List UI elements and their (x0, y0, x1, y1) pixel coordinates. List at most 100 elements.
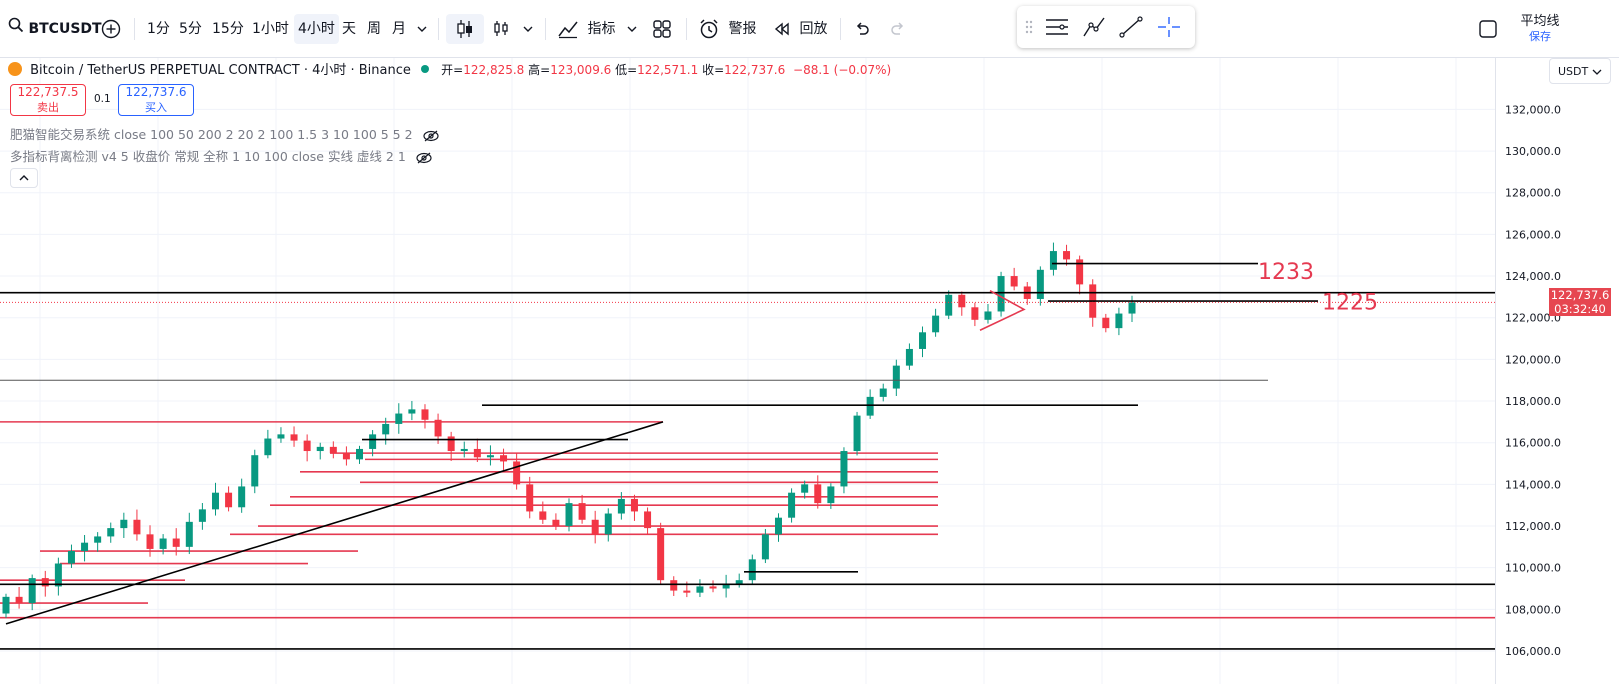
buy-label: 买入 (145, 101, 167, 114)
currency-selector[interactable]: USDT (1549, 58, 1611, 84)
fullscreen-button[interactable] (1478, 14, 1498, 44)
candle-body (172, 538, 180, 547)
symbol-legend: Bitcoin / TetherUS PERPETUAL CONTRACT · … (8, 59, 891, 78)
candle-body (945, 294, 953, 316)
add-symbol-button[interactable] (101, 14, 121, 44)
candle-body (840, 451, 848, 487)
drag-handle-icon[interactable] (1025, 19, 1033, 35)
indicators-dropdown[interactable] (626, 14, 638, 44)
chart-type-dropdown[interactable] (522, 14, 534, 44)
crosshair-icon[interactable] (1156, 15, 1182, 39)
horizontal-lines-icon[interactable] (1044, 15, 1070, 39)
price-tick-label: 114,000.0 (1505, 478, 1561, 491)
alert-button[interactable]: 警报 (698, 14, 756, 44)
bitcoin-logo-icon (8, 62, 22, 76)
candle-body (146, 534, 154, 549)
candle-body (1063, 251, 1071, 260)
interval-1d[interactable]: 天 (338, 14, 360, 44)
indicators-label: 指标 (587, 21, 616, 37)
candle-body (447, 436, 455, 452)
interval-dropdown[interactable] (416, 14, 428, 44)
candle-body (395, 413, 403, 424)
interval-1h[interactable]: 1小时 (248, 14, 293, 44)
undo-button[interactable] (853, 14, 871, 44)
indicator-row[interactable]: 多指标背离检测 v4 5 收盘价 常规 全称 1 10 100 close 实线… (10, 146, 432, 165)
currency-label: USDT (1558, 65, 1589, 78)
candle-body (369, 434, 377, 449)
candle-body (107, 528, 115, 537)
symbol-search[interactable]: BTCUSDT (8, 14, 102, 44)
candle-body (670, 580, 678, 591)
layout-button[interactable] (652, 14, 672, 44)
candle-body (15, 596, 23, 604)
open-value: 122,825.8 (463, 63, 525, 77)
candle-body (905, 348, 913, 366)
interval-1w[interactable]: 周 (363, 14, 385, 44)
price-tick-label: 118,000.0 (1505, 395, 1561, 408)
candle-body (460, 448, 468, 452)
buy-button[interactable]: 122,737.6 买入 (118, 84, 194, 116)
candle-body (774, 517, 782, 535)
sell-button[interactable]: 122,737.5 卖出 (10, 84, 86, 116)
candle-body (565, 503, 573, 527)
candle-body (67, 551, 75, 564)
last-price-tag: 122,737.6 03:32:40 (1549, 288, 1611, 317)
candle-body (853, 415, 861, 452)
bar-countdown: 03:32:40 (1554, 302, 1606, 317)
candle-body (552, 519, 560, 527)
interval-1mo[interactable]: 月 (388, 14, 410, 44)
price-tick-label: 132,000.0 (1505, 103, 1561, 116)
path-tool-icon[interactable] (1081, 15, 1107, 39)
sell-label: 卖出 (37, 101, 59, 114)
square-icon (1479, 20, 1497, 38)
candle-body (316, 446, 324, 452)
candle-body (225, 492, 233, 508)
bar-style-button[interactable] (490, 14, 512, 44)
replay-button[interactable]: 回放 (773, 14, 827, 44)
candle-body (382, 423, 390, 435)
price-tick-label: 126,000.0 (1505, 228, 1561, 241)
candle-body (28, 578, 36, 604)
trend-line-icon[interactable] (1118, 15, 1144, 39)
indicator-row[interactable]: 肥猫智能交易系统 close 100 50 200 2 20 2 100 1.5… (10, 124, 439, 143)
search-icon (8, 14, 24, 44)
save-label: 保存 (1529, 30, 1551, 43)
close-value: 122,737.6 (724, 63, 786, 77)
eye-hidden-icon[interactable] (422, 130, 439, 142)
plus-circle-icon (101, 19, 121, 39)
candle-body (329, 446, 337, 454)
bar-chart-icon (494, 21, 508, 36)
alarm-clock-icon (700, 19, 718, 39)
price-tick-label: 130,000.0 (1505, 145, 1561, 158)
interval-5m[interactable]: 5分 (175, 14, 206, 44)
redo-icon (891, 22, 904, 35)
annotation-label: 1225 (1322, 290, 1378, 315)
interval-15m[interactable]: 15分 (208, 14, 248, 44)
candle-body (356, 448, 364, 460)
indicators-button[interactable]: 指标 (557, 14, 615, 44)
candle-body (513, 461, 521, 485)
candle-body (1049, 251, 1057, 270)
candle-body (526, 484, 534, 512)
eye-hidden-icon[interactable] (416, 152, 432, 164)
layout-name-button[interactable]: 平均线 保存 (1514, 14, 1566, 44)
undo-icon (856, 22, 869, 35)
candle-style-button[interactable] (446, 14, 484, 44)
candle-body (1010, 276, 1018, 287)
chevron-down-icon (523, 26, 533, 32)
candle-body (761, 534, 769, 560)
symbol-name: BTCUSDT (28, 21, 102, 37)
candle-body (879, 388, 887, 397)
candle-body (81, 542, 89, 552)
interval-1m[interactable]: 1分 (143, 14, 174, 44)
candlestick-icon (457, 20, 472, 38)
candle-body (644, 511, 652, 529)
candle-body (133, 519, 141, 535)
interval-4h[interactable]: 4小时 (294, 14, 339, 44)
redo-button[interactable] (889, 14, 907, 44)
candle-body (1102, 317, 1110, 329)
collapse-indicators-button[interactable] (10, 168, 38, 188)
candle-body (408, 409, 416, 414)
last-price: 122,737.6 (1550, 288, 1610, 303)
price-tick-label: 106,000.0 (1505, 645, 1561, 658)
